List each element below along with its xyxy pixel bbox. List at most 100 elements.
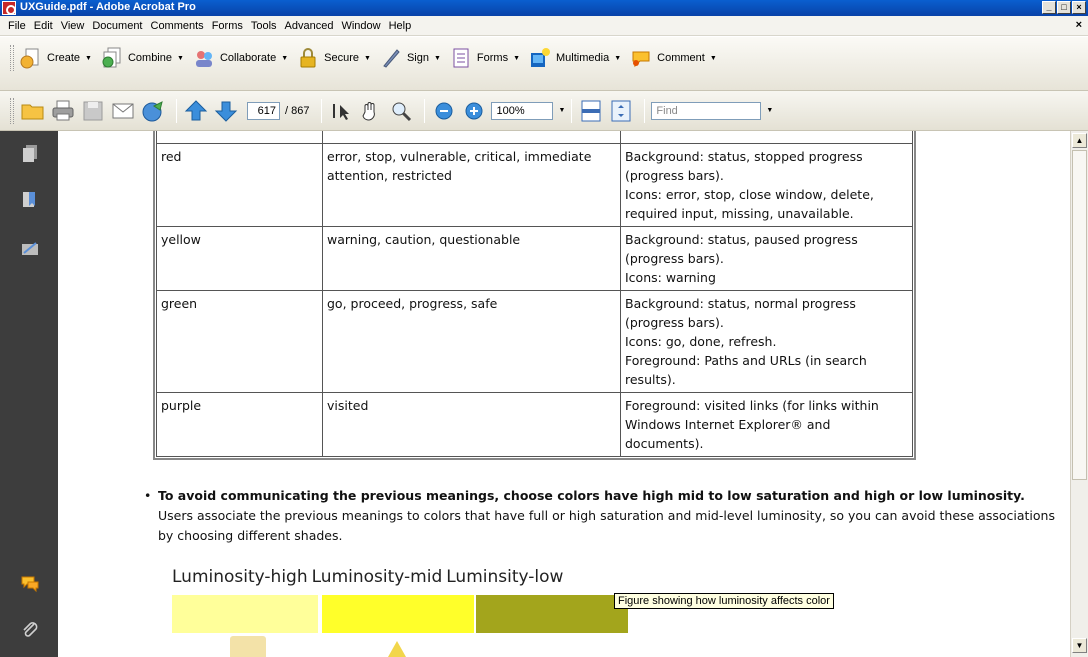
comments-icon[interactable] bbox=[20, 573, 40, 593]
document-close-button[interactable]: × bbox=[1076, 19, 1082, 31]
envelope-icon bbox=[112, 103, 134, 118]
usage-line: Background: status, paused progress (pro… bbox=[625, 232, 858, 266]
chevron-down-icon[interactable]: ▼ bbox=[766, 107, 773, 114]
menu-view[interactable]: View bbox=[57, 20, 89, 32]
menu-tools[interactable]: Tools bbox=[247, 20, 281, 32]
toolbar-grip[interactable] bbox=[10, 97, 14, 124]
zoom-out-button[interactable] bbox=[431, 98, 457, 124]
menu-edit[interactable]: Edit bbox=[30, 20, 57, 32]
usage-line: Icons: error, stop, close window, delete… bbox=[625, 187, 874, 221]
menu-advanced[interactable]: Advanced bbox=[281, 20, 338, 32]
document-view[interactable]: red error, stop, vulnerable, critical, i… bbox=[58, 131, 1070, 657]
menu-comments[interactable]: Comments bbox=[147, 20, 208, 32]
hand-tool-button[interactable] bbox=[358, 98, 384, 124]
toolbar-grip[interactable] bbox=[10, 45, 14, 71]
chevron-down-icon: ▼ bbox=[177, 54, 184, 62]
table-row: purple visited Foreground: visited links… bbox=[156, 392, 913, 457]
page-number-input[interactable]: 617 bbox=[247, 101, 280, 120]
table-cell bbox=[322, 131, 621, 144]
menu-document[interactable]: Document bbox=[88, 20, 146, 32]
sign-button[interactable]: Sign ▼ bbox=[380, 47, 441, 69]
scroll-thumb[interactable] bbox=[1072, 150, 1087, 480]
create-icon bbox=[20, 47, 42, 69]
floppy-disk-icon bbox=[83, 101, 103, 120]
secure-button[interactable]: Secure ▼ bbox=[297, 47, 371, 69]
table-row: yellow warning, caution, questionable Ba… bbox=[156, 226, 913, 291]
close-button[interactable]: × bbox=[1072, 1, 1086, 14]
navigation-toolbar: 617 / 867 100% ▼ Find ▼ bbox=[0, 91, 1088, 131]
bullet-mark: • bbox=[144, 488, 152, 503]
usage-cell: Background: status, stopped progress (pr… bbox=[620, 143, 913, 227]
toolbar-separator bbox=[321, 98, 323, 123]
find-input[interactable]: Find bbox=[651, 101, 762, 120]
title-bar: UXGuide.pdf - Adobe Acrobat Pro _ □ × bbox=[0, 0, 1088, 16]
select-tool-button[interactable] bbox=[328, 98, 354, 124]
usage-line: Foreground: visited links (for links wit… bbox=[625, 398, 879, 451]
multimedia-label: Multimedia bbox=[556, 52, 610, 64]
menu-bar: File Edit View Document Comments Forms T… bbox=[0, 16, 1088, 36]
marquee-zoom-button[interactable] bbox=[388, 98, 414, 124]
signatures-icon[interactable] bbox=[20, 239, 40, 259]
arrow-up-icon bbox=[184, 99, 208, 120]
sign-label: Sign bbox=[406, 52, 429, 64]
menu-help[interactable]: Help bbox=[385, 20, 416, 32]
pen-icon bbox=[380, 47, 402, 69]
combine-button[interactable]: Combine ▼ bbox=[101, 47, 184, 69]
bookmarks-icon[interactable] bbox=[20, 189, 40, 209]
form-icon bbox=[450, 47, 472, 69]
color-name-cell: purple bbox=[156, 392, 323, 457]
usage-line: Icons: go, done, refresh. bbox=[625, 334, 777, 349]
menu-forms[interactable]: Forms bbox=[208, 20, 247, 32]
comment-button[interactable]: Comment ▼ bbox=[630, 47, 717, 69]
next-page-button[interactable] bbox=[213, 98, 239, 124]
folder-icon bbox=[230, 636, 266, 657]
luminosity-high-swatch bbox=[172, 595, 318, 633]
zoom-out-icon bbox=[435, 102, 453, 119]
usage-line: Foreground: Paths and URLs (in search re… bbox=[625, 353, 867, 387]
window-title: UXGuide.pdf - Adobe Acrobat Pro bbox=[20, 1, 196, 13]
multimedia-button[interactable]: Multimedia ▼ bbox=[529, 47, 621, 69]
table-row: red error, stop, vulnerable, critical, i… bbox=[156, 143, 913, 227]
zoom-value: 100% bbox=[496, 104, 525, 117]
vertical-scrollbar[interactable]: ▲ ▼ bbox=[1070, 131, 1088, 657]
chevron-down-icon: ▼ bbox=[513, 54, 521, 62]
luminosity-low-swatch bbox=[476, 595, 628, 633]
combine-label: Combine bbox=[127, 52, 172, 64]
zoom-level-select[interactable]: 100% bbox=[491, 101, 554, 120]
forms-button[interactable]: Forms ▼ bbox=[450, 47, 520, 69]
save-button[interactable] bbox=[80, 98, 106, 124]
color-meaning-table: red error, stop, vulnerable, critical, i… bbox=[153, 131, 916, 460]
collaborate-button[interactable]: Collaborate ▼ bbox=[193, 47, 288, 69]
zoom-marquee-icon bbox=[392, 102, 412, 121]
table-cell bbox=[620, 131, 913, 144]
print-button[interactable] bbox=[50, 98, 76, 124]
forms-label: Forms bbox=[476, 52, 509, 64]
paperclip-icon[interactable] bbox=[20, 619, 40, 639]
create-label: Create bbox=[47, 52, 81, 64]
scrolling-mode-button[interactable] bbox=[578, 98, 604, 124]
color-name-cell: yellow bbox=[156, 226, 323, 291]
figure-tooltip: Figure showing how luminosity affects co… bbox=[614, 593, 834, 609]
minimize-button[interactable]: _ bbox=[1042, 1, 1056, 14]
meaning-cell: warning, caution, questionable bbox=[322, 226, 621, 291]
email-button[interactable] bbox=[110, 98, 136, 124]
luminosity-mid-swatch bbox=[322, 595, 474, 633]
hand-icon bbox=[362, 101, 376, 120]
scroll-up-button[interactable]: ▲ bbox=[1072, 133, 1087, 148]
maximize-button[interactable]: □ bbox=[1057, 1, 1071, 14]
pages-icon[interactable] bbox=[20, 143, 40, 163]
open-folder-button[interactable] bbox=[20, 98, 46, 124]
comment-label: Comment bbox=[657, 52, 705, 64]
chevron-down-icon[interactable]: ▼ bbox=[558, 107, 565, 114]
arrow-down-icon bbox=[214, 101, 238, 122]
usage-cell: Background: status, normal progress (pro… bbox=[620, 290, 913, 393]
menu-window[interactable]: Window bbox=[337, 20, 384, 32]
scroll-down-button[interactable]: ▼ bbox=[1072, 638, 1087, 653]
fit-page-button[interactable] bbox=[608, 98, 634, 124]
share-button[interactable] bbox=[140, 98, 166, 124]
zoom-in-button[interactable] bbox=[461, 98, 487, 124]
menu-file[interactable]: File bbox=[4, 20, 30, 32]
previous-page-button[interactable] bbox=[183, 98, 209, 124]
toolbar-separator bbox=[571, 98, 573, 123]
create-button[interactable]: Create ▼ bbox=[20, 47, 92, 69]
